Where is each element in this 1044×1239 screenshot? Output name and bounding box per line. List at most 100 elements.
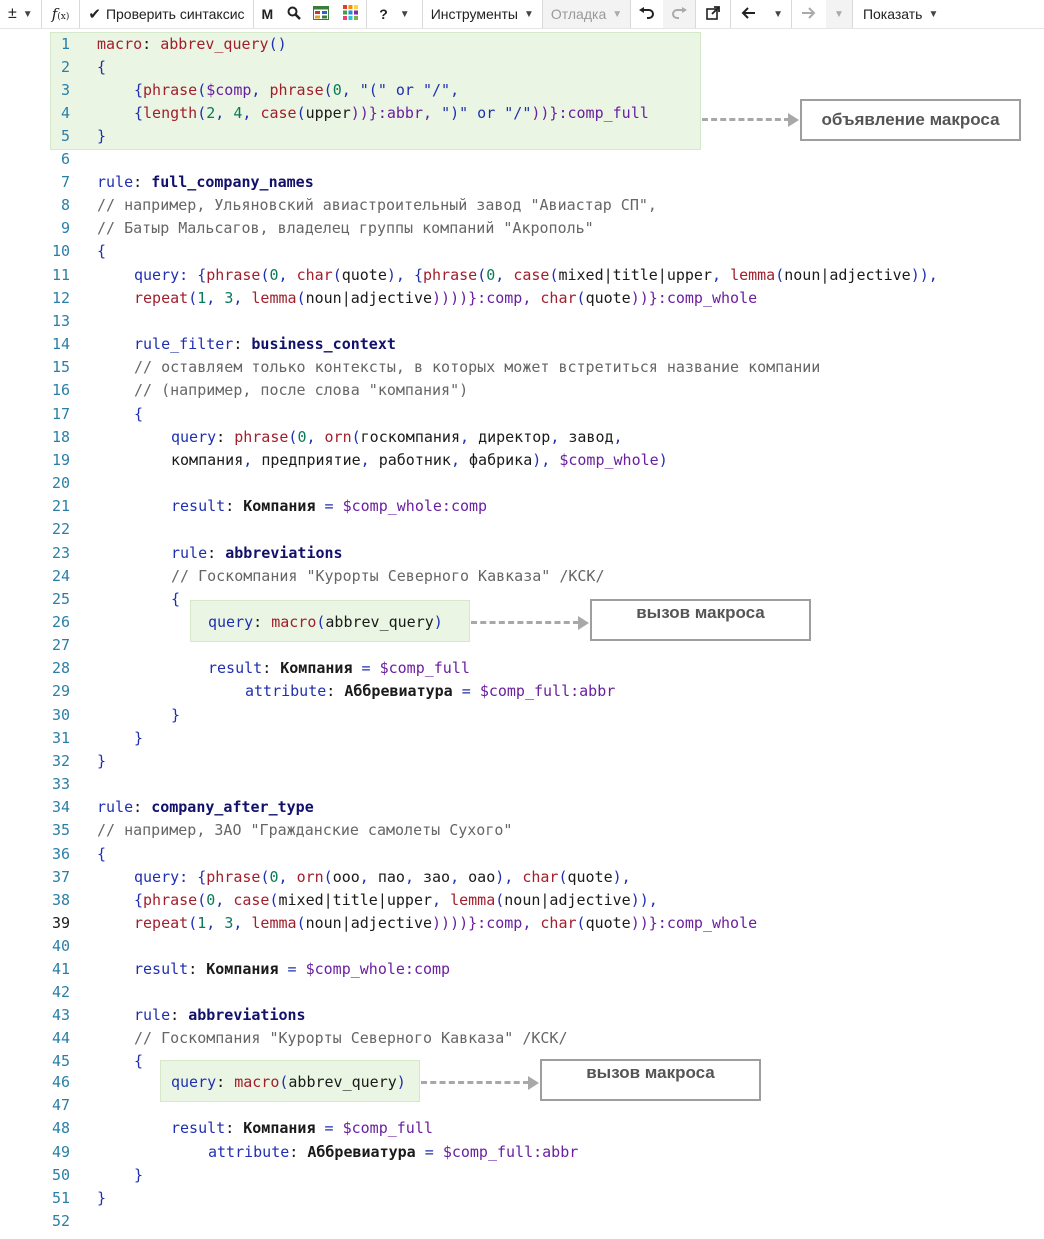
tools-menu-button[interactable]: Инструменты ▼ (423, 0, 543, 28)
zoom-search-button[interactable] (281, 0, 307, 28)
arrowhead-icon (788, 113, 799, 127)
show-menu-button[interactable]: Показать ▼ (853, 0, 948, 28)
redo-button[interactable] (663, 0, 697, 28)
check-syntax-button[interactable]: ✔ Проверить синтаксис (80, 0, 254, 28)
code-line: 1 macro: abbrev_query() (0, 33, 1044, 55)
callout-macro-call: вызов макроса (590, 599, 811, 641)
line-number: 50 (51, 1166, 70, 1184)
code-line: 49 attribute: Аббревиатура = $comp_full:a… (0, 1141, 1044, 1163)
line-number: 2 (60, 58, 70, 76)
code-line: 10{ (0, 240, 1044, 262)
line-number: 47 (51, 1096, 70, 1114)
chevron-down-icon: ▼ (399, 8, 410, 20)
debug-label: Отладка (550, 6, 607, 22)
line-number: 6 (60, 150, 70, 168)
help-menu-button[interactable]: ? ▼ (367, 0, 423, 28)
open-external-button[interactable] (696, 0, 732, 28)
code-line: 51} (0, 1187, 1044, 1209)
code-line: 25{ (0, 588, 1044, 610)
debug-menu-button[interactable]: Отладка ▼ (542, 0, 632, 28)
code-line: 41 result: Компания = $comp_whole:comp (0, 958, 1044, 980)
checkmark-icon: ✔ (88, 5, 101, 23)
code-line: 36{ (0, 843, 1044, 865)
line-number: 23 (51, 544, 70, 562)
line-number: 17 (51, 405, 70, 423)
line-number: 19 (51, 451, 70, 469)
code-editor[interactable]: 1 macro: abbrev_query() 2{ 3 {phrase($comp… (0, 30, 1044, 1239)
code-line: 18 query: phrase(0, orn(госкомпания, дире… (0, 426, 1044, 448)
code-line: 15// оставляем только контексты, в котор… (0, 356, 1044, 378)
chevron-down-icon: ▼ (22, 8, 33, 20)
check-syntax-label: Проверить синтаксис (105, 6, 245, 22)
code-line: 32} (0, 750, 1044, 772)
line-number: 12 (51, 289, 70, 307)
code-line: 19 компания, предприятие, работник, фабри… (0, 449, 1044, 471)
code-line: 12 repeat(1, 3, lemma(noun|adjective))))}… (0, 287, 1044, 309)
forward-button[interactable] (792, 0, 827, 28)
line-number: 32 (51, 752, 70, 770)
line-number: 33 (51, 775, 70, 793)
callout-arrow (471, 621, 579, 624)
code-line: 6 (0, 148, 1044, 170)
code-line: 22 (0, 518, 1044, 540)
code-line: 43 rule: abbreviations (0, 1004, 1044, 1026)
line-number: 30 (51, 706, 70, 724)
line-number: 9 (60, 219, 70, 237)
line-number: 5 (60, 127, 70, 145)
back-button[interactable] (731, 0, 765, 28)
code-line: 47 (0, 1094, 1044, 1116)
function-button[interactable]: f(x) (42, 0, 81, 28)
external-link-icon (706, 5, 721, 23)
colors-button[interactable] (335, 0, 368, 28)
code-line: 42 (0, 981, 1044, 1003)
m-button[interactable]: M (254, 0, 282, 28)
line-number: 18 (51, 428, 70, 446)
code-line: 37 query: {phrase(0, orn(ооо, пао, зао, о… (0, 866, 1044, 888)
line-number: 24 (51, 567, 70, 585)
code-line: 21 result: Компания = $comp_whole:comp (0, 495, 1044, 517)
arrow-left-icon (741, 6, 756, 22)
code-line: 28 result: Компания = $comp_full (0, 657, 1044, 679)
line-number: 14 (51, 335, 70, 353)
code-line: 14 rule_filter: business_context (0, 333, 1044, 355)
code-line: 16// (например, после слова "компания") (0, 379, 1044, 401)
line-number: 28 (51, 659, 70, 677)
line-number: 44 (51, 1029, 70, 1047)
line-number: 35 (51, 821, 70, 839)
m-label: M (261, 6, 274, 22)
back-history-button[interactable]: ▼ (765, 0, 793, 28)
callout-macro-declaration: объявление макроса (800, 99, 1021, 141)
callout-arrow (421, 1081, 529, 1084)
code-line: 38 {phrase(0, case(mixed|title|upper, lem… (0, 889, 1044, 911)
forward-history-button[interactable]: ▼ (826, 0, 853, 28)
add-menu-button[interactable]: ± ▼ (0, 0, 42, 28)
line-number: 8 (60, 196, 70, 214)
undo-button[interactable] (631, 0, 663, 28)
code-line: 9// Батыр Мальсагов, владелец группы ком… (0, 217, 1044, 239)
line-number: 3 (60, 81, 70, 99)
table-button[interactable] (307, 0, 335, 28)
code-line: 23 rule: abbreviations (0, 542, 1044, 564)
toolbar: ± ▼ f(x) ✔ Проверить синтаксис M ? ▼ Инс… (0, 0, 1044, 29)
redo-icon (671, 6, 688, 22)
tools-label: Инструменты (430, 6, 518, 22)
line-number: 22 (51, 520, 70, 538)
code-line: 8// например, Ульяновский авиастроительн… (0, 194, 1044, 216)
line-number: 7 (60, 173, 70, 191)
code-line: 50} (0, 1164, 1044, 1186)
chevron-down-icon: ▼ (612, 8, 623, 20)
code-line: 39 repeat(1, 3, lemma(noun|adjective))))}… (0, 912, 1044, 934)
line-number: 16 (51, 381, 70, 399)
line-number: 48 (51, 1119, 70, 1137)
line-number: 36 (51, 845, 70, 863)
line-number: 10 (51, 242, 70, 260)
chevron-down-icon: ▼ (773, 8, 784, 20)
undo-icon (639, 6, 655, 22)
line-number: 38 (51, 891, 70, 909)
callout-arrow (702, 118, 790, 121)
line-number: 42 (51, 983, 70, 1001)
code-line: 45{ (0, 1050, 1044, 1072)
line-number: 52 (51, 1212, 70, 1230)
line-number: 45 (51, 1052, 70, 1070)
line-number: 31 (51, 729, 70, 747)
